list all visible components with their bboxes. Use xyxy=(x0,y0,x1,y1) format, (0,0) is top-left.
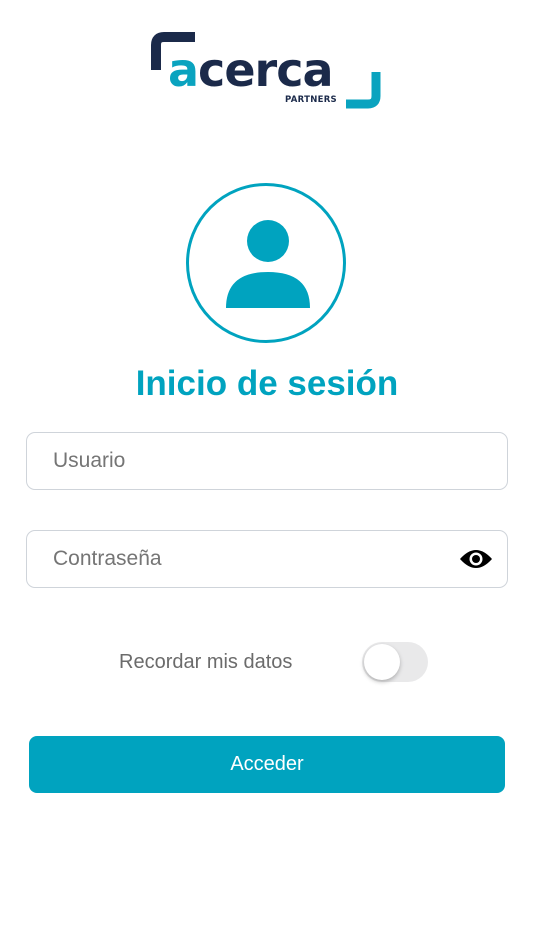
username-input[interactable] xyxy=(53,433,453,489)
username-field xyxy=(26,432,508,490)
eye-icon[interactable] xyxy=(459,546,493,572)
logo-wordmark: acerca xyxy=(168,40,334,100)
user-icon xyxy=(226,220,310,308)
page-title: Inicio de sesión xyxy=(135,364,399,403)
logo-wordmark-first-letter: a xyxy=(168,43,199,97)
remember-me-toggle[interactable] xyxy=(362,642,428,682)
logo-wordmark-rest: cerca xyxy=(198,43,333,97)
acerca-logo: acerca PARTNERS xyxy=(148,26,388,112)
remember-me-label: Recordar mis datos xyxy=(119,651,293,673)
avatar xyxy=(186,183,346,343)
login-button[interactable]: Acceder xyxy=(29,736,505,793)
logo-subtitle: PARTNERS xyxy=(285,95,337,105)
toggle-knob xyxy=(364,644,400,680)
logo-bracket-right-icon xyxy=(346,72,381,109)
password-field xyxy=(26,530,508,588)
password-input[interactable] xyxy=(53,531,453,587)
